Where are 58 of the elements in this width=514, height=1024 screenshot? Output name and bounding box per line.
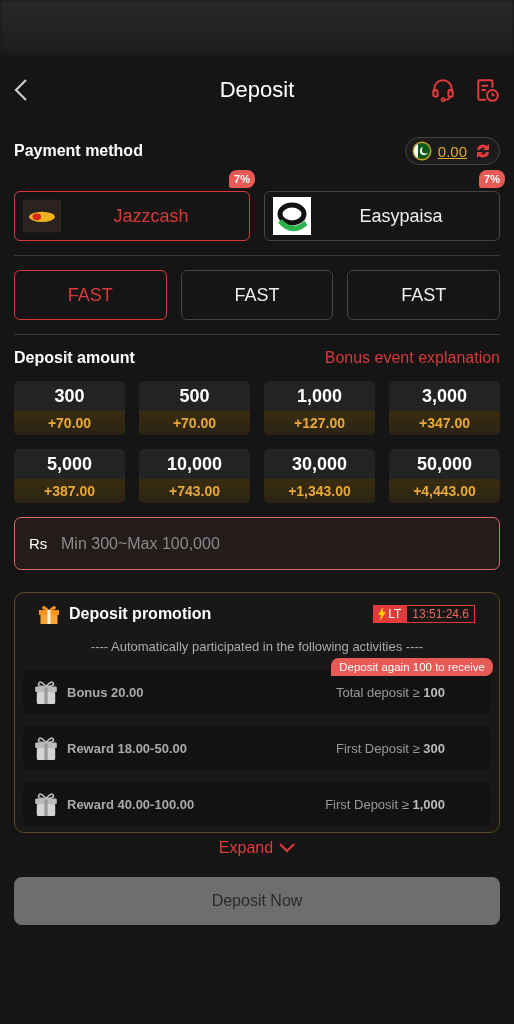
bonus-explanation-link[interactable]: Bonus event explanation [324, 349, 500, 367]
logo-icon [23, 197, 61, 235]
amount-option[interactable]: 10,000 +743.00 [139, 449, 250, 503]
percent-badge: 7% [479, 170, 505, 188]
bonus-amount: +387.00 [14, 479, 125, 503]
activity-condition: First Deposit ≥ 300 [335, 740, 445, 756]
amount-option[interactable]: 300 +70.00 [14, 381, 125, 435]
promotion-subtitle: ---- Automatically participated in the following activities ---- [89, 639, 425, 654]
channel-tab[interactable]: FAST [180, 270, 334, 320]
amount-option[interactable]: 500 +70.00 [139, 381, 250, 435]
bonus-amount: +4,443.00 [389, 479, 500, 503]
amount-option[interactable]: 5,000 +387.00 [14, 449, 125, 503]
amount-option[interactable]: 1,000 +127.00 [264, 381, 375, 435]
amount-value: 1,000 [295, 384, 343, 408]
promotion-title: Deposit promotion [69, 605, 212, 623]
activity-name: Reward 40.00-100.00 [67, 796, 196, 812]
amount-option[interactable]: 3,000 +347.00 [389, 381, 500, 435]
section-title: Payment method [14, 142, 143, 160]
amount-option[interactable]: 50,000 +4,443.00 [389, 449, 500, 503]
bonus-amount: +1,343.00 [264, 479, 375, 503]
tag-text: LT [388, 607, 402, 621]
amount-value: 3,000 [420, 384, 468, 408]
amount-value: 10,000 [165, 452, 224, 476]
gift-icon [33, 791, 59, 817]
amount-value: 500 [178, 384, 211, 408]
balance-amount: 0.00 [437, 142, 467, 160]
bonus-amount: +347.00 [389, 411, 500, 435]
gift-icon [33, 735, 59, 761]
channel-tab[interactable]: FAST [14, 270, 167, 320]
bonus-amount: +70.00 [139, 411, 250, 435]
tooltip: Deposit again 100 to receive [331, 658, 493, 676]
amount-value: 5,000 [45, 452, 93, 476]
bonus-amount: +127.00 [264, 411, 375, 435]
bonus-amount: +743.00 [139, 479, 250, 503]
channel-tab[interactable]: FAST [347, 270, 500, 320]
flag-icon [411, 141, 432, 161]
amount-option[interactable]: 30,000 +1,343.00 [264, 449, 375, 503]
history-icon[interactable] [474, 77, 500, 103]
lightning-icon [378, 607, 387, 621]
currency-prefix: Rs [29, 535, 48, 552]
bonus-amount: +70.00 [14, 411, 125, 435]
expand-button[interactable]: Expand [218, 839, 296, 857]
amount-value: 50,000 [415, 452, 474, 476]
section-title: Deposit amount [14, 349, 135, 367]
amount-value: 300 [53, 384, 86, 408]
activity-condition: First Deposit ≥ 1,000 [325, 796, 445, 812]
page-title: Deposit [219, 77, 295, 103]
logo-icon [273, 197, 311, 235]
back-icon[interactable] [14, 78, 28, 102]
amount-value: 30,000 [290, 452, 349, 476]
headset-icon[interactable] [430, 77, 456, 103]
activity-name: Bonus 20.00 [67, 684, 145, 700]
chevron-down-icon [279, 843, 296, 853]
activity-name: Reward 18.00-50.00 [67, 740, 188, 756]
countdown-timer: 13:51:24.6 [411, 606, 470, 622]
gift-icon [33, 679, 59, 705]
percent-badge: 7% [229, 170, 255, 188]
activity-condition: Total deposit ≥ 100 [335, 684, 445, 700]
